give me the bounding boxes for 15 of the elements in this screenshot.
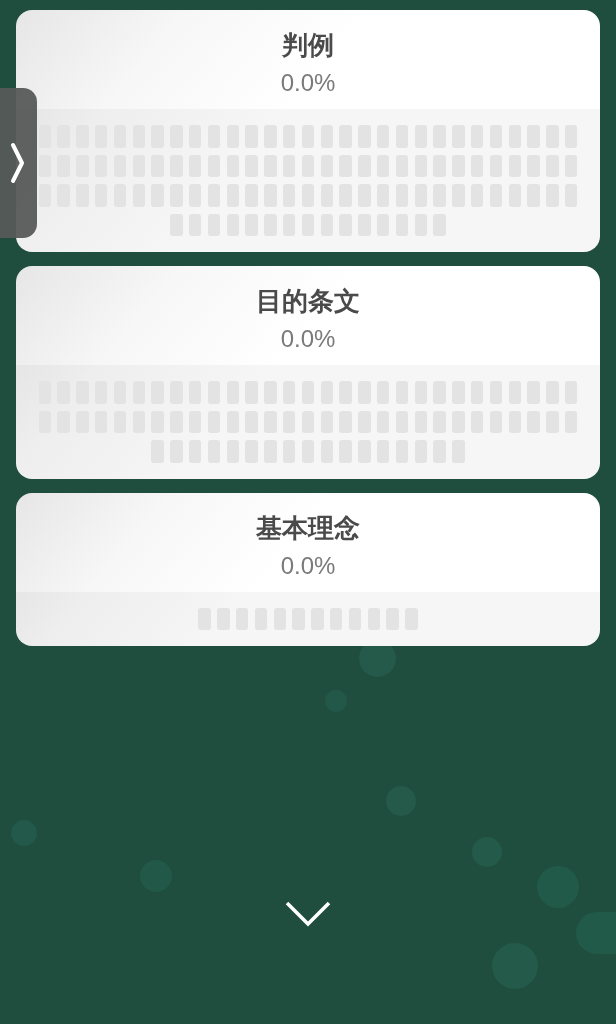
question-cell[interactable]	[38, 154, 52, 177]
side-panel-toggle[interactable]	[0, 88, 37, 238]
chevron-down-icon[interactable]	[285, 901, 331, 928]
category-card[interactable]: 基本理念 0.0%	[16, 492, 600, 646]
progress-percent: 0.0%	[280, 68, 336, 98]
category-card[interactable]: 判例 0.0%	[16, 10, 600, 252]
progress-percent: 0.0%	[280, 550, 336, 581]
progress-percent: 0.0%	[280, 324, 336, 354]
category-title: 基本理念	[256, 511, 360, 545]
chevron-right-icon	[9, 142, 25, 184]
question-cell[interactable]	[38, 184, 52, 207]
category-title: 目的条文	[256, 285, 360, 318]
question-cell[interactable]	[38, 125, 52, 148]
category-card[interactable]: 目的条文 0.0%	[16, 266, 600, 479]
category-title: 判例	[282, 29, 334, 62]
